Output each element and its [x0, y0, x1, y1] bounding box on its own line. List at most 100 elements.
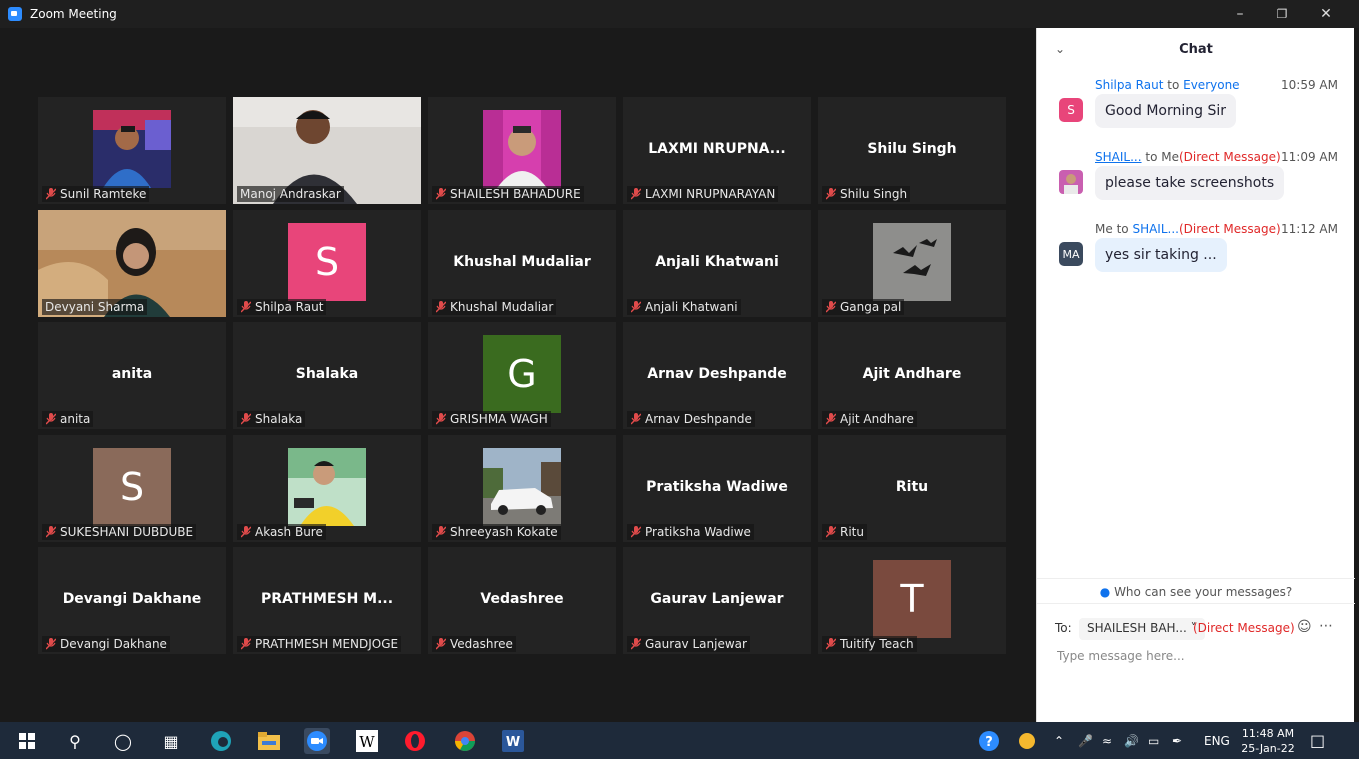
profile-photo [483, 110, 561, 188]
participant-tile[interactable]: LAXMI NRUPNA... LAXMI NRUPNARAYAN [623, 97, 811, 204]
help-icon[interactable]: ? [976, 728, 1002, 754]
battery-icon[interactable]: ▭ [1148, 722, 1159, 759]
participant-tile[interactable]: Pratiksha Wadiwe Pratiksha Wadiwe [623, 434, 811, 542]
cortana-icon[interactable]: ◯ [110, 728, 136, 754]
direct-message-tag: (Direct Message) [1178, 150, 1281, 164]
title-bar: Zoom Meeting – ❐ ✕ [0, 0, 1359, 28]
message-recipient: Me [1161, 150, 1179, 164]
wifi-icon[interactable]: ≈ [1102, 722, 1112, 759]
participant-display-name: LAXMI NRUPNA... [648, 141, 786, 157]
participant-display-name: Ritu [895, 478, 929, 495]
message-recipient[interactable]: SHAIL... [1132, 222, 1179, 236]
participant-name-label: Gaurav Lanjewar [627, 636, 750, 652]
who-can-see-link[interactable]: ● Who can see your messages? [1037, 578, 1355, 604]
participant-tile[interactable]: G GRISHMA WAGH [428, 322, 616, 429]
avatar: S [288, 222, 366, 301]
profile-photo [93, 110, 171, 188]
participant-name-label: Shalaka [237, 411, 306, 427]
participant-tile[interactable]: anita anita [38, 322, 226, 429]
language-indicator[interactable]: ENG [1204, 722, 1230, 759]
message-meta: Me to SHAIL...(Direct Message) 11:12 AM [1095, 222, 1338, 236]
participant-name-label: Ritu [822, 523, 867, 540]
participant-tile[interactable]: Manoj Andraskar [233, 97, 421, 204]
participant-tile[interactable]: Ritu Ritu [818, 434, 1006, 542]
participant-tile[interactable]: SHAILESH BAHADURE [428, 97, 616, 204]
volume-icon[interactable]: 🔊 [1124, 722, 1139, 759]
message-time: 11:09 AM [1281, 150, 1338, 164]
clock-time: 11:48 AM [1241, 727, 1295, 740]
emoji-icon[interactable]: ☺ [1297, 619, 1312, 635]
task-view-icon[interactable]: ▦ [158, 728, 184, 754]
participant-tile[interactable]: PRATHMESH M... PRATHMESH MENDJOGE [233, 547, 421, 654]
participant-display-name: Ajit Andhare [862, 366, 962, 382]
participant-tile[interactable]: Gaurav Lanjewar Gaurav Lanjewar [623, 547, 811, 654]
message-bubble[interactable]: please take screenshots [1095, 166, 1285, 200]
direct-message-tag: (Direct Message) [1193, 621, 1295, 635]
participant-tile[interactable]: Devangi Dakhane Devangi Dakhane [38, 547, 226, 654]
more-icon[interactable]: ⋯ [1319, 618, 1333, 634]
file-explorer-icon[interactable] [256, 728, 282, 754]
participant-name-label: Devangi Dakhane [42, 636, 170, 652]
sender-photo-icon [1059, 170, 1083, 194]
message-bubble[interactable]: Good Morning Sir [1095, 94, 1236, 128]
word-app-icon[interactable]: W [500, 728, 526, 754]
chrome-browser-icon[interactable] [452, 728, 478, 754]
participant-display-name: Devangi Dakhane [62, 591, 202, 607]
search-icon[interactable]: ⚲ [62, 728, 88, 754]
pen-icon[interactable]: ✒ [1172, 722, 1182, 759]
message-time: 10:59 AM [1281, 78, 1338, 92]
participant-display-name: PRATHMESH M... [260, 591, 394, 607]
participant-name-label: anita [42, 411, 94, 427]
participant-name-label: SHAILESH BAHADURE [432, 186, 584, 202]
restore-button[interactable]: ❐ [1272, 4, 1292, 24]
message-input[interactable] [1055, 646, 1335, 666]
participant-name-label: Khushal Mudaliar [432, 298, 557, 315]
minimize-button[interactable]: – [1230, 4, 1250, 24]
edge-browser-icon[interactable] [208, 728, 234, 754]
participant-tile[interactable]: Anjali Khatwani Anjali Khatwani [623, 209, 811, 317]
participant-tile[interactable]: Akash Bure [233, 434, 421, 542]
participant-tile[interactable]: Devyani Sharma [38, 209, 226, 317]
recipient-select[interactable]: SHAILESH BAH... ˅ [1079, 618, 1205, 640]
notifications-icon[interactable]: □ [1310, 722, 1325, 759]
participant-name-label: Devyani Sharma [42, 298, 148, 315]
message-recipient[interactable]: Everyone [1183, 78, 1239, 92]
chat-header: ⌄ Chat [1037, 28, 1355, 68]
participant-tile[interactable]: Khushal Mudaliar Khushal Mudaliar [428, 209, 616, 317]
participant-name-label: GRISHMA WAGH [432, 411, 551, 427]
participant-name-label: Shilpa Raut [237, 298, 327, 315]
participant-tile[interactable]: S Shilpa Raut [233, 209, 421, 317]
message-sender[interactable]: Shilpa Raut [1095, 78, 1163, 92]
svg-text:?: ? [985, 735, 993, 750]
participant-tile[interactable]: Shilu Singh Shilu Singh [818, 97, 1006, 204]
participant-tile[interactable]: Sunil Ramteke [38, 97, 226, 204]
message-sender[interactable]: SHAIL... [1095, 150, 1142, 164]
microphone-icon[interactable]: 🎤 [1078, 722, 1093, 759]
participant-tile[interactable]: Shalaka Shalaka [233, 322, 421, 429]
zoom-app-icon[interactable] [304, 728, 330, 754]
participant-name-label: Pratiksha Wadiwe [627, 523, 754, 540]
message-bubble[interactable]: yes sir taking ... [1095, 238, 1227, 272]
participant-name-label: Anjali Khatwani [627, 298, 741, 315]
participant-tile[interactable]: Vedashree Vedashree [428, 547, 616, 654]
participant-tile[interactable]: S SUKESHANI DUBDUBE [38, 434, 226, 542]
show-hidden-icons-icon[interactable]: ⌃ [1054, 722, 1064, 759]
participant-name-label: Arnav Deshpande [627, 411, 755, 427]
window-title: Zoom Meeting [30, 7, 117, 21]
clock[interactable]: 11:48 AM 25-Jan-22 [1238, 726, 1298, 756]
weather-icon[interactable] [1014, 728, 1040, 754]
avatar: S [93, 447, 171, 526]
participant-tile[interactable]: Shreeyash Kokate [428, 434, 616, 542]
participant-name-label: Ganga pal [822, 298, 905, 315]
participant-tile[interactable]: Arnav Deshpande Arnav Deshpande [623, 322, 811, 429]
svg-text:W: W [359, 733, 375, 751]
wikipedia-icon[interactable]: W [354, 728, 380, 754]
participant-tile[interactable]: T Tuitify Teach [818, 547, 1006, 654]
participant-tile[interactable]: Ganga pal [818, 209, 1006, 317]
windows-start-icon[interactable] [14, 728, 40, 754]
svg-text:W: W [506, 735, 520, 750]
close-button[interactable]: ✕ [1316, 4, 1336, 24]
profile-photo [483, 447, 561, 526]
opera-browser-icon[interactable] [402, 728, 428, 754]
participant-tile[interactable]: Ajit Andhare Ajit Andhare [818, 322, 1006, 429]
